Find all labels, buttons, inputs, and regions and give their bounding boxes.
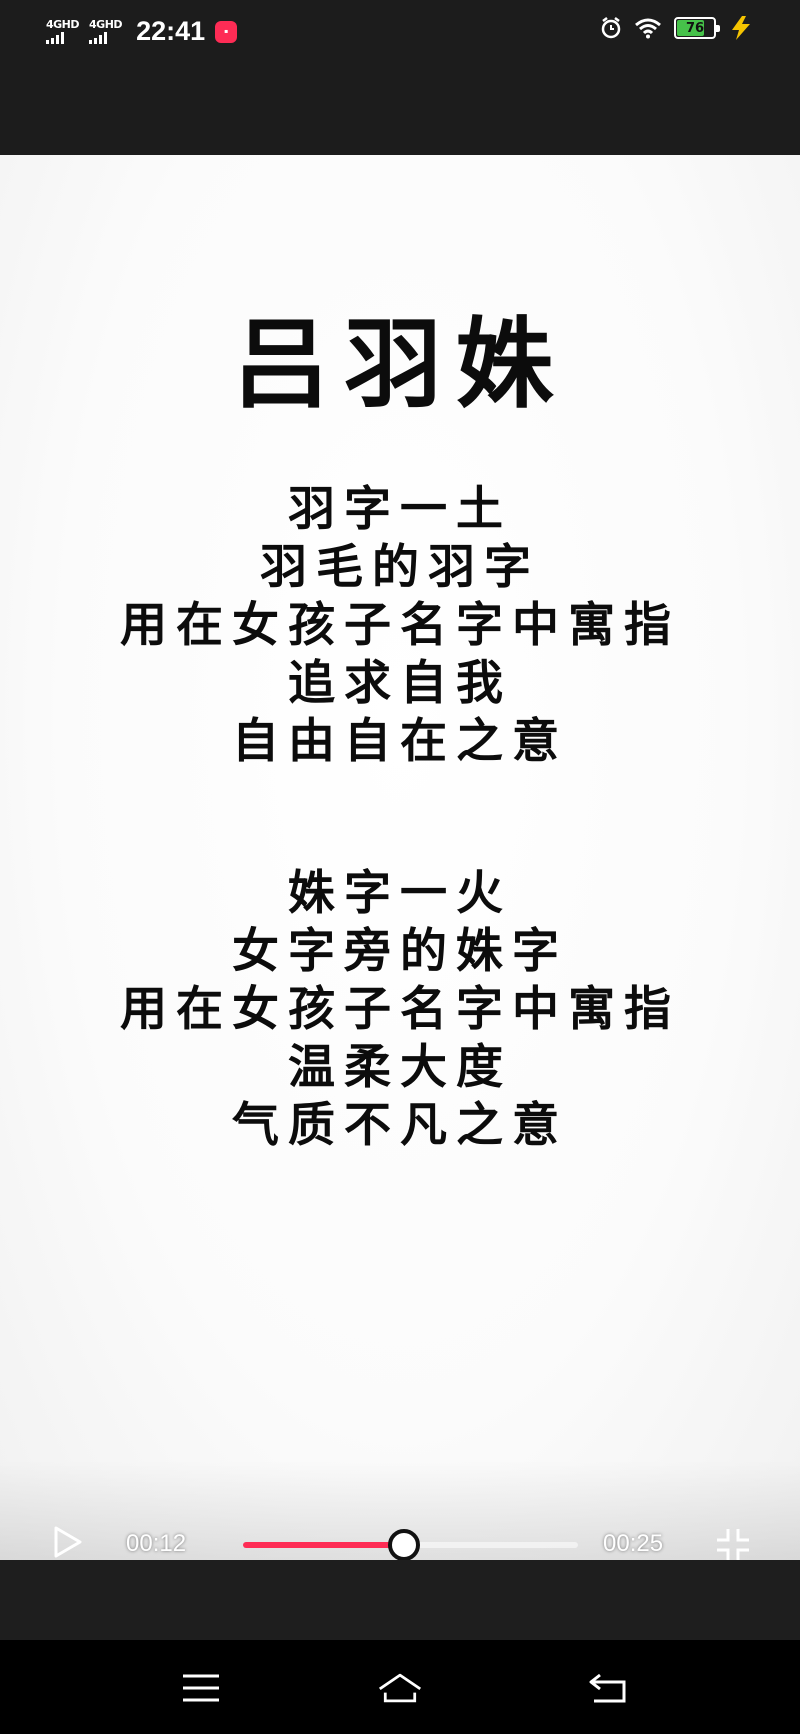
bottom-band [0, 1560, 800, 1640]
exit-fullscreen-button[interactable] [714, 1526, 752, 1564]
poem-line: 用在女孩子名字中寓指 [120, 598, 680, 653]
menu-button[interactable] [178, 1670, 224, 1706]
poem-line: 羽毛的羽字 [260, 540, 540, 595]
current-time: 00:12 [126, 1530, 187, 1557]
progress-bar[interactable] [243, 1529, 578, 1561]
video-frame[interactable]: 吕羽姝 羽字一土 羽毛的羽字 用在女孩子名字中寓指 追求自我 自由自在之意 姝字… [0, 155, 800, 1560]
signal-1: 4GHD [46, 18, 80, 44]
poem-line: 追求自我 [288, 656, 512, 711]
poem-stanza-1: 羽字一土 羽毛的羽字 用在女孩子名字中寓指 追求自我 自由自在之意 [0, 481, 800, 771]
signal-bars-icon [46, 32, 64, 44]
alarm-icon [601, 17, 621, 39]
clock: 22:41 [136, 16, 206, 46]
wifi-icon [635, 18, 661, 39]
poem-line: 气质不凡之意 [232, 1098, 568, 1153]
menu-icon [183, 1674, 219, 1702]
home-button[interactable] [377, 1670, 423, 1706]
play-button[interactable] [50, 1524, 86, 1560]
status-right: 76 [600, 16, 754, 40]
back-button[interactable] [585, 1670, 631, 1706]
total-time: 00:25 [603, 1530, 664, 1557]
poem-line: 女字旁的姝字 [232, 924, 568, 979]
battery-icon: 76 [674, 17, 720, 39]
play-icon [54, 1526, 82, 1558]
back-icon [589, 1673, 626, 1703]
signal-2: 4GHD [89, 18, 123, 44]
collapse-icon [717, 1529, 749, 1561]
poem-line: 姝字一火 [288, 866, 512, 921]
poem-line: 自由自在之意 [232, 714, 568, 769]
poem-line: 用在女孩子名字中寓指 [120, 982, 680, 1037]
poem-line: 温柔大度 [288, 1040, 512, 1095]
progress-fill [243, 1542, 404, 1548]
progress-knob[interactable] [387, 1529, 420, 1561]
player-controls: 00:12 00:25 [0, 1460, 800, 1561]
battery-level: 76 [685, 20, 705, 36]
app-notification-icon: ▪ [215, 20, 238, 43]
status-bar: 4GHD 4GHD 22:41 ▪ 76 [0, 0, 800, 155]
network-label-1: 4GHD [46, 18, 80, 31]
signal-bars-icon [89, 32, 108, 44]
status-left: 4GHD 4GHD 22:41 ▪ [46, 16, 238, 47]
home-icon [378, 1673, 422, 1703]
network-label-2: 4GHD [89, 18, 123, 31]
poem-line: 羽字一土 [288, 482, 512, 537]
system-nav-bar [0, 1640, 800, 1734]
poem-stanza-2: 姝字一火 女字旁的姝字 用在女孩子名字中寓指 温柔大度 气质不凡之意 [0, 865, 800, 1155]
charging-icon [732, 16, 750, 40]
poem-title: 吕羽姝 [231, 307, 568, 422]
